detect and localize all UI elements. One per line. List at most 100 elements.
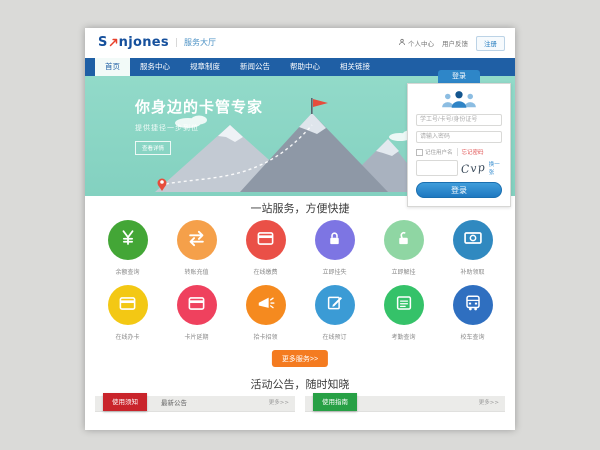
megaphone-icon <box>256 294 275 317</box>
service-icon-circle <box>246 220 286 260</box>
service-label: 卡片延期 <box>184 332 208 341</box>
announcements-right-panel: 使用指南 更多>> <box>305 396 505 412</box>
banner-subtitle: 提供捷径一步到位 <box>135 123 263 133</box>
captcha-row: Cvp 换一张 <box>416 160 502 176</box>
captcha-refresh-link[interactable]: 换一张 <box>489 160 502 176</box>
service-label: 立即挂失 <box>322 267 346 276</box>
user-center-label: 个人中心 <box>408 38 434 48</box>
service-label: 转账充值 <box>184 267 208 276</box>
service-label: 考勤查询 <box>391 332 415 341</box>
yen-icon <box>119 229 137 251</box>
logo[interactable]: S njones | 服务大厅 <box>98 35 216 50</box>
transfer-icon <box>187 229 206 252</box>
service-label: 补助领取 <box>460 267 484 276</box>
header-actions: 个人中心 用户反馈 注册 <box>398 28 505 58</box>
service-icon-circle <box>108 220 148 260</box>
service-icon-circle <box>384 220 424 260</box>
banner-text: 你身边的卡管专家 提供捷径一步到位 查看详情 <box>135 96 263 155</box>
service-label: 在线办卡 <box>115 332 139 341</box>
remember-checkbox[interactable] <box>416 149 423 156</box>
list-icon <box>395 294 413 316</box>
nav-item[interactable]: 新闻公告 <box>230 58 280 76</box>
lock-icon <box>326 230 343 251</box>
feedback-label: 用户反馈 <box>442 38 468 48</box>
site-header: S njones | 服务大厅 个人中心 用户反馈 注册 <box>85 28 515 58</box>
service-icon-circle <box>315 220 355 260</box>
service-item[interactable]: 考勤查询 <box>369 285 438 341</box>
service-item[interactable]: 在线缴费 <box>231 220 300 276</box>
banknote-icon <box>463 228 483 252</box>
tab-usage-guide[interactable]: 使用指南 <box>313 393 357 411</box>
more-services-button[interactable]: 更多服务>> <box>272 350 328 367</box>
service-item[interactable]: 校车查询 <box>438 285 507 341</box>
service-label: 余额查询 <box>115 267 139 276</box>
service-label: 校车查询 <box>460 332 484 341</box>
banner-title: 你身边的卡管专家 <box>135 96 263 117</box>
nav-item[interactable]: 帮助中心 <box>280 58 330 76</box>
announcements-left-panel: 使用须知 最新公告 更多>> <box>95 396 295 412</box>
login-submit-button[interactable]: 登录 <box>416 182 502 198</box>
nav-item-label: 帮助中心 <box>290 62 320 71</box>
register-button[interactable]: 注册 <box>476 36 505 51</box>
bus-icon <box>464 294 482 316</box>
remember-row: 记住用户名 忘记密码 <box>416 148 502 156</box>
password-input[interactable] <box>416 131 502 143</box>
service-label: 立即解挂 <box>391 267 415 276</box>
service-item[interactable]: 立即解挂 <box>369 220 438 276</box>
services-grid: 余额查询 转账充值 在线缴费 立即挂失 立即解挂 补助领取 在线办卡 <box>93 220 507 350</box>
service-icon-circle <box>315 285 355 325</box>
announcements-title: 活动公告，随时知晓 <box>85 376 515 392</box>
site-name: 服务大厅 <box>184 37 216 48</box>
tab-usage-notice[interactable]: 使用须知 <box>103 393 147 411</box>
service-item[interactable]: 拾卡招领 <box>231 285 300 341</box>
nav-item-label: 新闻公告 <box>240 62 270 71</box>
card-icon <box>256 229 275 252</box>
logo-text-s: S <box>98 35 108 50</box>
right-tab-bar: 使用指南 更多>> <box>305 396 505 412</box>
nav-item-label: 首页 <box>105 62 120 71</box>
username-input[interactable] <box>416 114 502 126</box>
nav-item-label: 相关链接 <box>340 62 370 71</box>
service-icon-circle <box>246 285 286 325</box>
service-item[interactable]: 余额查询 <box>93 220 162 276</box>
service-label: 在线预订 <box>322 332 346 341</box>
login-card: 登录 记住用户名 忘记密码 Cv <box>407 70 511 207</box>
banner-cta-button[interactable]: 查看详情 <box>135 141 171 155</box>
service-item[interactable]: 卡片延期 <box>162 285 231 341</box>
service-icon-circle <box>177 285 217 325</box>
service-icon-circle <box>384 285 424 325</box>
nav-item-label: 服务中心 <box>140 62 170 71</box>
service-label: 在线缴费 <box>253 267 277 276</box>
nav-item[interactable]: 规章制度 <box>180 58 230 76</box>
card-icon <box>118 294 137 317</box>
forgot-password-link[interactable]: 忘记密码 <box>457 148 484 156</box>
nav-item[interactable]: 相关链接 <box>330 58 380 76</box>
feedback-link[interactable]: 用户反馈 <box>442 38 468 48</box>
person-icon <box>398 38 406 48</box>
right-more-link[interactable]: 更多>> <box>479 396 499 411</box>
service-item[interactable]: 转账充值 <box>162 220 231 276</box>
user-center-link[interactable]: 个人中心 <box>398 38 434 48</box>
service-icon-circle <box>108 285 148 325</box>
captcha-image: Cvp <box>460 160 486 176</box>
nav-item[interactable]: 服务中心 <box>130 58 180 76</box>
service-label: 拾卡招领 <box>253 332 277 341</box>
login-form: 记住用户名 忘记密码 Cvp 换一张 登录 <box>407 83 511 207</box>
left-tab-bar: 使用须知 最新公告 更多>> <box>95 396 295 412</box>
service-item[interactable]: 补助领取 <box>438 220 507 276</box>
service-item[interactable]: 立即挂失 <box>300 220 369 276</box>
remember-label: 记住用户名 <box>425 148 453 156</box>
unlock-icon <box>395 230 412 251</box>
service-item[interactable]: 在线办卡 <box>93 285 162 341</box>
card-icon <box>187 294 206 317</box>
login-tab[interactable]: 登录 <box>438 70 480 83</box>
service-item[interactable]: 在线预订 <box>300 285 369 341</box>
users-icon <box>416 90 502 109</box>
service-icon-circle <box>177 220 217 260</box>
left-more-link[interactable]: 更多>> <box>269 396 289 411</box>
logo-divider: | <box>175 38 178 48</box>
tab-latest-announcements[interactable]: 最新公告 <box>161 396 187 411</box>
edit-icon <box>326 294 344 316</box>
nav-item[interactable]: 首页 <box>95 58 130 76</box>
captcha-input[interactable] <box>416 160 458 176</box>
